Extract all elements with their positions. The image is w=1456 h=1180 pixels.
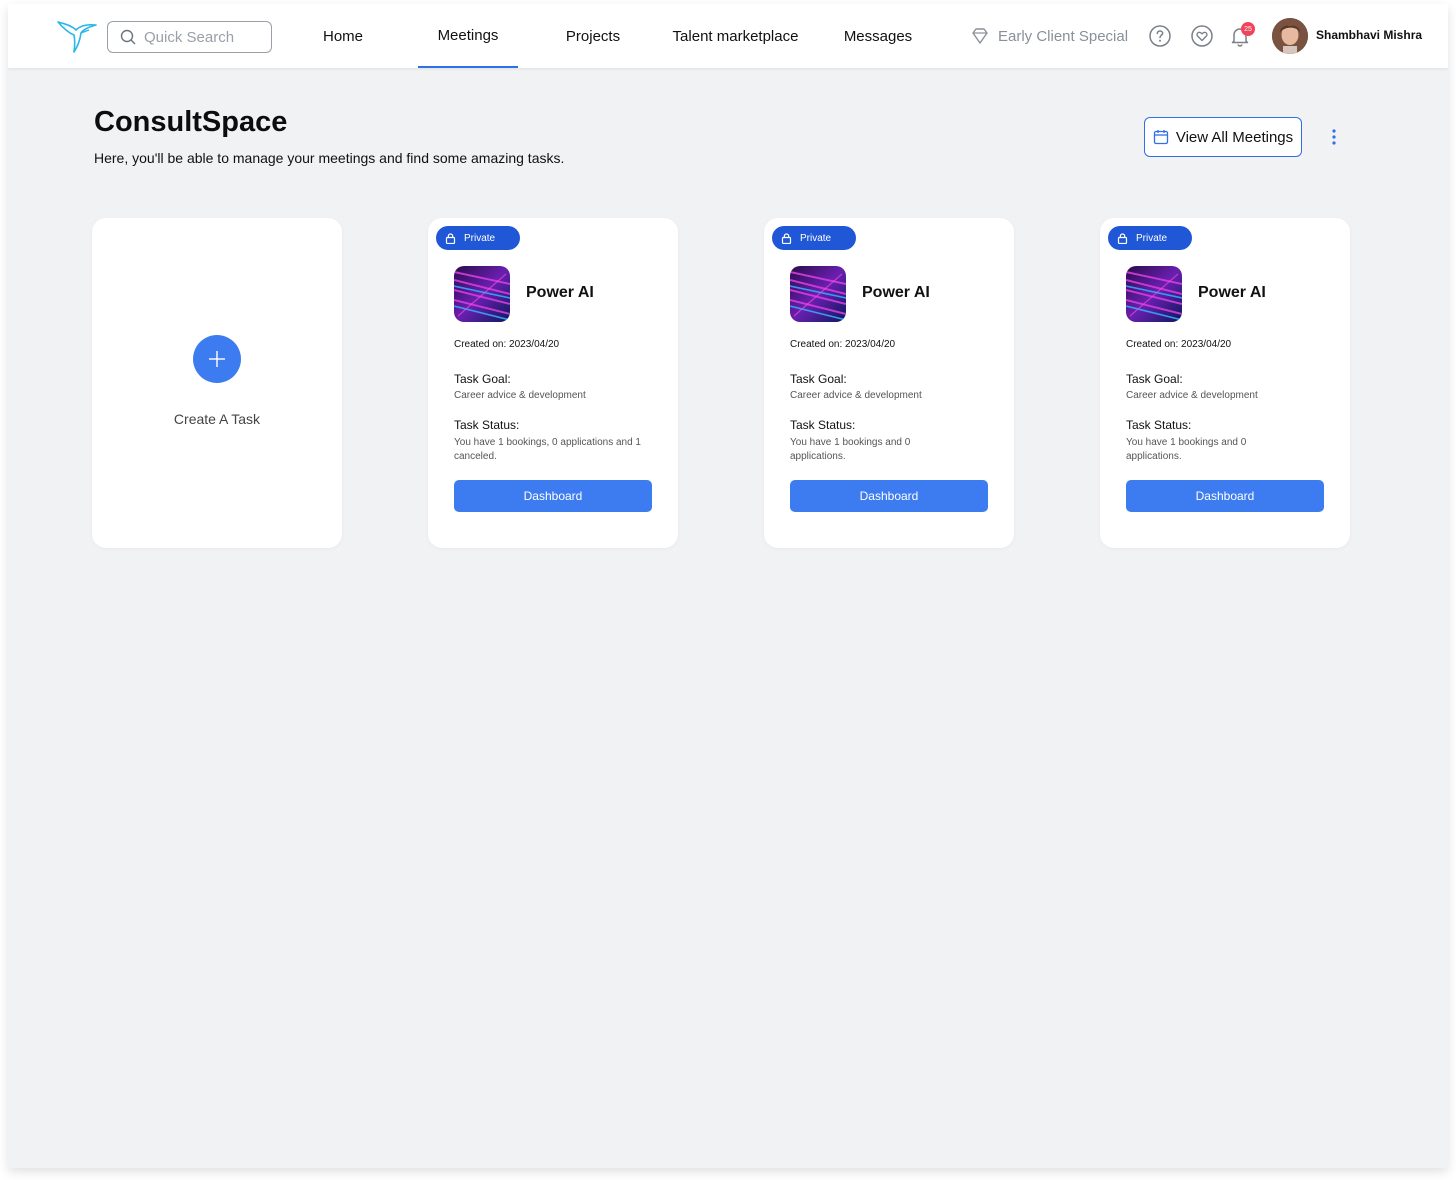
dashboard-button[interactable]: Dashboard (1126, 480, 1324, 512)
view-all-meetings-button[interactable]: View All Meetings (1144, 117, 1302, 157)
nav-projects[interactable]: Projects (548, 4, 638, 68)
created-value: 2023/04/20 (1181, 339, 1232, 350)
task-goal-heading: Task Goal: (454, 372, 511, 386)
help-icon[interactable] (1148, 24, 1172, 48)
task-title: Power AI (862, 284, 930, 301)
more-options-kebab-icon[interactable] (1326, 128, 1342, 146)
nav-messages[interactable]: Messages (834, 4, 922, 68)
created-date: Created on: 2023/04/20 (454, 339, 559, 350)
created-label: Created on: (454, 339, 507, 350)
dashboard-button[interactable]: Dashboard (454, 480, 652, 512)
diamond-icon (972, 28, 988, 44)
calendar-icon (1153, 130, 1168, 145)
task-status-value: You have 1 bookings, 0 applications and … (454, 437, 641, 462)
task-status-heading: Task Status: (1126, 418, 1192, 432)
created-label: Created on: (1126, 339, 1179, 350)
nav-meetings[interactable]: Meetings (418, 4, 518, 68)
task-card: Private Power AI Created on: 2023/04/20 … (428, 218, 678, 548)
add-task-button[interactable] (193, 335, 241, 383)
task-status-heading: Task Status: (454, 418, 520, 432)
user-avatar[interactable] (1272, 18, 1308, 54)
app-window: Home Meetings Projects Talent marketplac… (8, 4, 1448, 1168)
dashboard-button[interactable]: Dashboard (790, 480, 988, 512)
task-thumbnail (454, 266, 510, 322)
search-input[interactable] (144, 28, 264, 46)
privacy-badge-label: Private (1136, 232, 1168, 244)
view-all-meetings-label: View All Meetings (1175, 128, 1294, 146)
create-task-card[interactable]: Create A Task (92, 218, 342, 548)
task-card: Private Power AI Created on: 2023/04/20 … (1100, 218, 1350, 548)
page-subtitle: Here, you'll be able to manage your meet… (94, 150, 565, 166)
privacy-badge: Private (436, 226, 520, 250)
privacy-badge-label: Private (800, 232, 832, 244)
search-icon (120, 29, 136, 45)
privacy-badge-label: Private (464, 232, 496, 244)
task-thumbnail (1126, 266, 1182, 322)
create-task-label: Create A Task (173, 411, 261, 427)
hummingbird-logo-icon[interactable] (56, 16, 98, 54)
task-goal-heading: Task Goal: (1126, 372, 1183, 386)
task-thumbnail (790, 266, 846, 322)
task-goal-value: Career advice & development (454, 390, 586, 401)
user-name[interactable]: Shambhavi Mishra (1316, 28, 1422, 42)
favorites-heart-icon[interactable] (1190, 24, 1214, 48)
lock-icon (781, 232, 792, 244)
plus-icon (209, 351, 225, 367)
task-goal-heading: Task Goal: (790, 372, 847, 386)
nav-talent-marketplace[interactable]: Talent marketplace (663, 4, 808, 68)
created-date: Created on: 2023/04/20 (1126, 339, 1231, 350)
nav-home[interactable]: Home (298, 4, 388, 68)
privacy-badge: Private (1108, 226, 1192, 250)
quick-search-box[interactable] (107, 21, 272, 53)
task-goal-value: Career advice & development (790, 390, 922, 401)
page-title: ConsultSpace (94, 106, 288, 138)
early-client-special-link[interactable]: Early Client Special (970, 24, 1128, 48)
created-value: 2023/04/20 (845, 339, 896, 350)
created-date: Created on: 2023/04/20 (790, 339, 895, 350)
top-navigation-bar: Home Meetings Projects Talent marketplac… (8, 4, 1448, 68)
promo-label: Early Client Special (998, 27, 1129, 45)
lock-icon (445, 232, 456, 244)
notification-count-badge: 25 (1241, 22, 1255, 36)
task-title: Power AI (526, 284, 594, 301)
created-value: 2023/04/20 (509, 339, 560, 350)
task-status-value: You have 1 bookings and 0 applications. (1126, 437, 1247, 462)
task-goal-value: Career advice & development (1126, 390, 1258, 401)
task-status-heading: Task Status: (790, 418, 856, 432)
created-label: Created on: (790, 339, 843, 350)
task-card: Private Power AI Created on: 2023/04/20 … (764, 218, 1014, 548)
task-title: Power AI (1198, 284, 1266, 301)
privacy-badge: Private (772, 226, 856, 250)
task-status-value: You have 1 bookings and 0 applications. (790, 437, 911, 462)
lock-icon (1117, 232, 1128, 244)
